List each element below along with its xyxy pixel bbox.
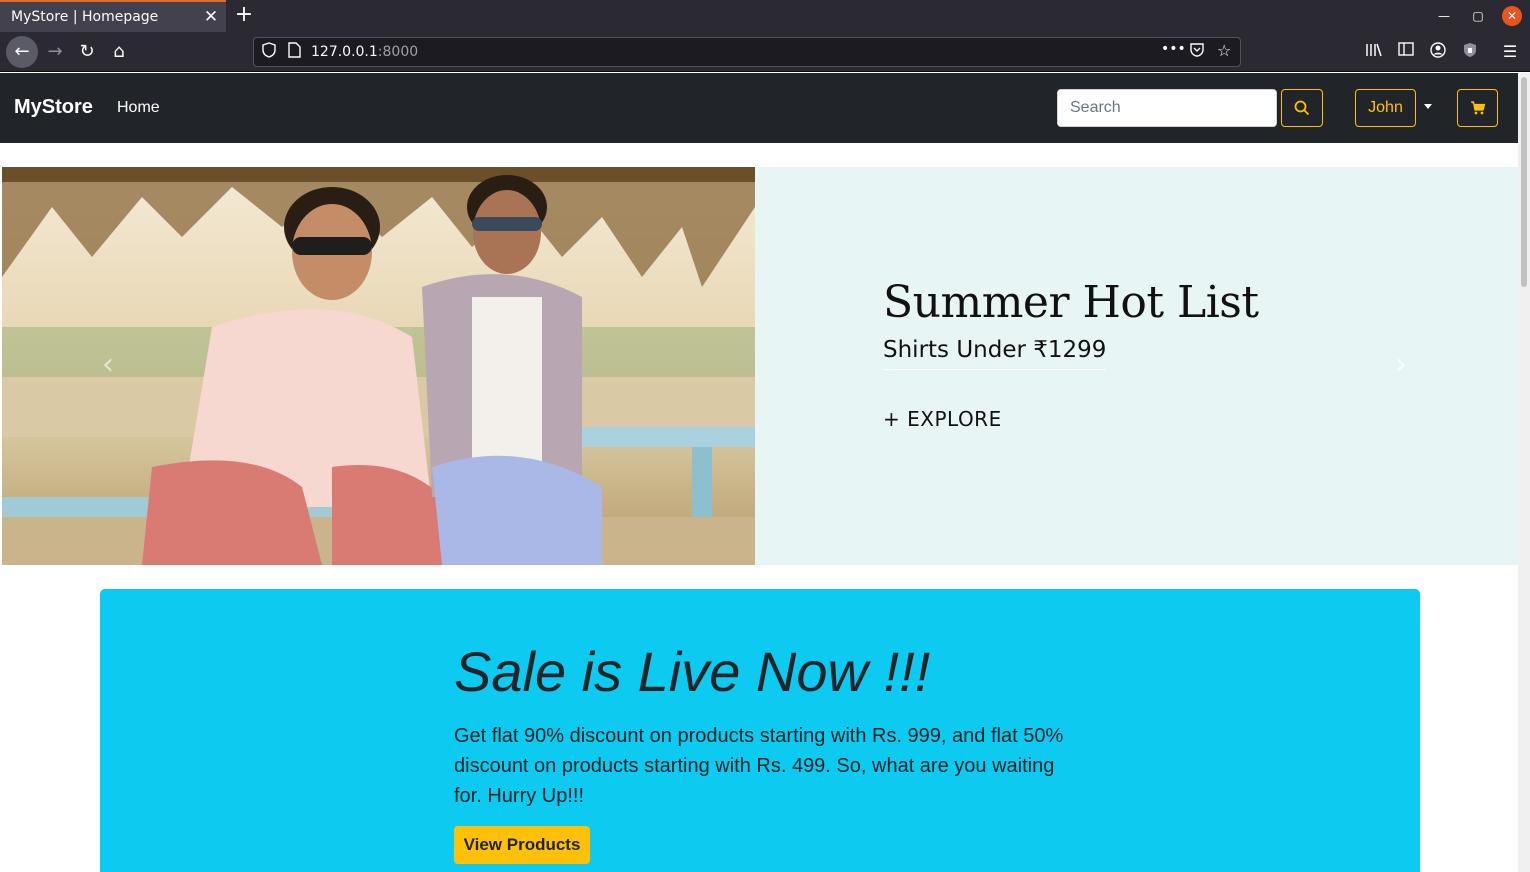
hero-subtitle: Shirts Under ₹1299 (883, 337, 1107, 370)
url-text: 127.0.0.1:8000 (311, 44, 418, 60)
hero-title: Summer Hot List (883, 277, 1259, 328)
sale-description: Get flat 90% discount on products starti… (454, 725, 1064, 807)
page-scrollbar[interactable] (1518, 73, 1530, 872)
cart-icon (1470, 101, 1485, 115)
explore-link[interactable]: + EXPLORE (883, 407, 1002, 431)
user-dropdown-caret-icon[interactable] (1424, 104, 1432, 109)
page-viewport: MyStore Home John (0, 73, 1530, 872)
shield-icon[interactable] (262, 42, 276, 62)
home-icon[interactable]: ⌂ (103, 36, 135, 68)
site-brand[interactable]: MyStore (14, 96, 93, 119)
pocket-icon[interactable] (1189, 42, 1205, 62)
site-navbar: MyStore Home John (0, 73, 1518, 143)
browser-tab-bar: MyStore | Homepage ✕ + — ▢ ✕ (0, 0, 1530, 32)
hero-carousel: Summer Hot List Shirts Under ₹1299 + EXP… (2, 167, 1518, 565)
search-input[interactable] (1057, 89, 1277, 127)
search-button[interactable] (1281, 89, 1323, 127)
user-button[interactable]: John (1355, 89, 1416, 127)
tab-title: MyStore | Homepage (11, 9, 159, 25)
page-icon (288, 42, 301, 62)
sale-title: Sale is Live Now !!! (454, 640, 931, 703)
extension-icon[interactable] (1460, 42, 1480, 62)
reload-icon[interactable]: ↻ (71, 36, 103, 68)
window-close-icon[interactable]: ✕ (1502, 6, 1522, 26)
scrollbar-thumb[interactable] (1521, 77, 1527, 287)
hero-photo (2, 167, 755, 565)
forward-icon[interactable]: → (39, 36, 71, 68)
restore-icon[interactable]: ▢ (1468, 6, 1488, 26)
sale-banner: Sale is Live Now !!! Get flat 90% discou… (100, 589, 1420, 872)
url-bar[interactable]: 127.0.0.1:8000 ••• ☆ (253, 37, 1241, 67)
sidebar-icon[interactable] (1396, 42, 1416, 62)
library-icon[interactable] (1364, 42, 1384, 62)
bookmark-star-icon[interactable]: ☆ (1217, 41, 1231, 60)
minimize-icon[interactable]: — (1434, 6, 1454, 26)
back-icon[interactable]: ← (6, 36, 38, 68)
cart-button[interactable] (1457, 89, 1498, 127)
search-icon (1294, 100, 1310, 116)
tab-close-icon[interactable]: ✕ (196, 7, 226, 27)
view-products-button[interactable]: View Products (454, 826, 590, 864)
more-icon[interactable]: ••• (1161, 41, 1186, 57)
nav-link-home[interactable]: Home (117, 99, 160, 117)
new-tab-icon[interactable]: + (232, 3, 256, 27)
menu-icon[interactable]: ☰ (1500, 42, 1520, 62)
browser-tab[interactable]: MyStore | Homepage ✕ (0, 0, 226, 32)
account-icon[interactable] (1428, 42, 1448, 62)
url-port: :8000 (377, 44, 419, 60)
url-host: 127.0.0.1 (311, 44, 378, 60)
browser-toolbar: ← → ↻ ⌂ 127.0.0.1:8000 ••• ☆ ☰ (0, 32, 1530, 72)
carousel-next-icon[interactable]: › (1395, 347, 1407, 382)
carousel-prev-icon[interactable]: ‹ (102, 347, 114, 382)
